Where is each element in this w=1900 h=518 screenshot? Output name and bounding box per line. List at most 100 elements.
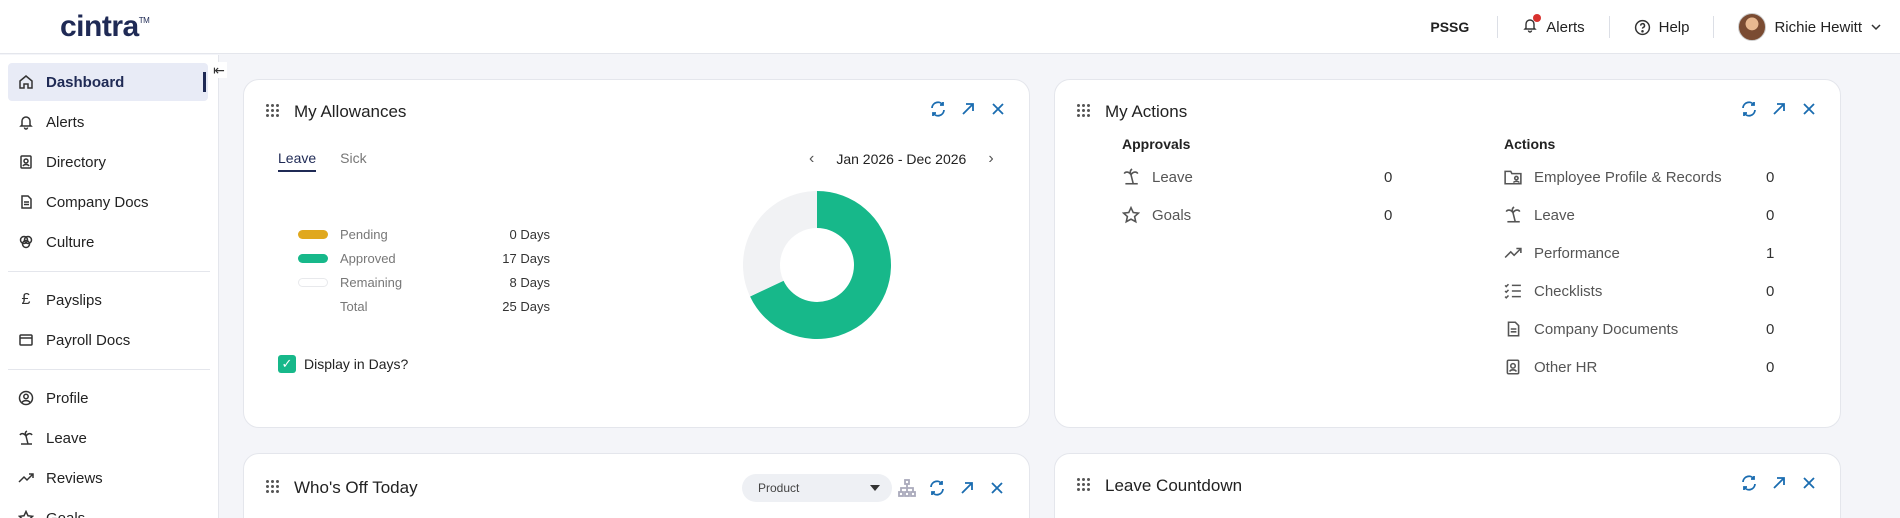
sidebar-item-culture[interactable]: Culture — [8, 223, 208, 261]
legend-label: Remaining — [340, 274, 403, 290]
refresh-icon[interactable] — [1740, 100, 1758, 118]
display-in-days-checkbox[interactable]: ✓ Display in Days? — [278, 355, 408, 373]
department-select[interactable]: Product — [742, 474, 892, 502]
drag-handle-icon[interactable] — [1077, 104, 1091, 118]
approval-row-goals[interactable]: Goals 0 — [1122, 203, 1402, 227]
alerts-label: Alerts — [1546, 18, 1585, 36]
expand-icon[interactable] — [1770, 474, 1788, 492]
expand-icon[interactable] — [959, 100, 977, 118]
expand-icon[interactable] — [958, 479, 976, 497]
profile-icon — [18, 390, 34, 406]
legend-value: 17 Days — [502, 250, 550, 266]
sidebar-item-label: Directory — [46, 153, 107, 171]
cintra-logo[interactable]: cintraTM — [60, 10, 150, 44]
sidebar-item-label: Reviews — [46, 469, 103, 487]
top-bar: cintraTM PSSG Alerts Help Richie Hewitt — [0, 0, 1900, 54]
legend-swatch — [298, 253, 328, 263]
drag-handle-icon[interactable] — [1077, 478, 1091, 492]
help-link[interactable]: Help — [1610, 19, 1714, 36]
legend-row-approved: Approved 17 Days — [298, 246, 550, 270]
sidebar-item-payslips[interactable]: £ Payslips — [8, 281, 208, 319]
legend-swatch-empty — [298, 302, 328, 311]
allowance-donut-chart — [743, 191, 891, 339]
action-row-checklists[interactable]: Checklists 0 — [1504, 279, 1784, 303]
action-count: 0 — [1766, 206, 1775, 224]
sidebar-divider — [8, 271, 210, 272]
trend-icon — [18, 473, 34, 483]
help-icon — [1634, 19, 1650, 35]
chevron-right-icon[interactable]: › — [988, 150, 993, 168]
legend-row-pending: Pending 0 Days — [298, 222, 550, 246]
org-chart-icon[interactable] — [898, 479, 916, 497]
legend-label: Total — [340, 298, 368, 314]
bell-icon — [1522, 14, 1542, 37]
star-icon — [1122, 206, 1140, 224]
close-icon[interactable] — [988, 479, 1006, 497]
drag-handle-icon[interactable] — [266, 104, 280, 118]
collapse-sidebar-icon[interactable]: ⇤ — [211, 62, 227, 78]
sidebar-item-label: Dashboard — [46, 73, 125, 91]
star-icon — [18, 510, 34, 518]
caret-down-icon — [870, 485, 880, 491]
user-menu[interactable]: Richie Hewitt — [1714, 13, 1900, 41]
action-label: Performance — [1534, 244, 1620, 262]
org-code[interactable]: PSSG — [1430, 19, 1469, 35]
approval-row-leave[interactable]: Leave 0 — [1122, 165, 1402, 189]
action-row-other-hr[interactable]: Other HR 0 — [1504, 355, 1784, 379]
sidebar-item-company-docs[interactable]: Company Docs — [8, 183, 208, 221]
legend-swatch — [298, 277, 328, 287]
chevron-left-icon[interactable]: ‹ — [809, 150, 814, 168]
sidebar-item-label: Culture — [46, 233, 95, 251]
legend-value: 25 Days — [502, 298, 550, 314]
action-row-employee-profile[interactable]: Employee Profile & Records 0 — [1504, 165, 1784, 189]
trend-icon — [1504, 247, 1522, 259]
card-title: Who's Off Today — [294, 478, 418, 497]
action-row-leave[interactable]: Leave 0 — [1504, 203, 1784, 227]
sidebar-item-reviews[interactable]: Reviews — [8, 459, 208, 497]
refresh-icon[interactable] — [929, 100, 947, 118]
user-name: Richie Hewitt — [1774, 18, 1862, 36]
logo-text: cintra — [60, 10, 139, 43]
refresh-icon[interactable] — [1740, 474, 1758, 492]
action-row-company-documents[interactable]: Company Documents 0 — [1504, 317, 1784, 341]
top-nav: PSSG Alerts Help Richie Hewitt — [1430, 0, 1900, 54]
donut-segment-remaining — [743, 191, 817, 297]
sidebar-item-leave[interactable]: Leave — [8, 419, 208, 457]
alerts-link[interactable]: Alerts — [1498, 14, 1608, 37]
sidebar-item-alerts[interactable]: Alerts — [8, 103, 208, 141]
close-icon[interactable] — [1800, 474, 1818, 492]
card-title: My Allowances — [294, 102, 407, 121]
legend-value: 0 Days — [509, 226, 550, 242]
legend-value: 8 Days — [509, 274, 550, 290]
checklist-icon — [1504, 283, 1521, 299]
contacts-icon — [1506, 359, 1520, 375]
refresh-icon[interactable] — [928, 479, 946, 497]
sidebar-item-directory[interactable]: Directory — [8, 143, 208, 181]
logo-trademark: TM — [138, 16, 150, 25]
sidebar-divider — [8, 369, 210, 370]
action-row-performance[interactable]: Performance 1 — [1504, 241, 1784, 265]
expand-icon[interactable] — [1770, 100, 1788, 118]
home-icon — [19, 75, 33, 89]
drag-handle-icon[interactable] — [266, 480, 280, 494]
folder-person-icon — [1504, 170, 1522, 185]
sidebar-item-payroll-docs[interactable]: Payroll Docs — [8, 321, 208, 359]
sidebar-item-label: Profile — [46, 389, 89, 407]
action-label: Leave — [1534, 206, 1575, 224]
action-label: Other HR — [1534, 358, 1598, 376]
approval-label: Goals — [1152, 206, 1192, 224]
palm-icon — [1505, 206, 1521, 223]
action-count: 0 — [1766, 168, 1775, 186]
tab-sick[interactable]: Sick — [340, 150, 366, 172]
sidebar-item-goals[interactable]: Goals — [8, 499, 208, 518]
sidebar-item-dashboard[interactable]: Dashboard — [8, 63, 208, 101]
close-icon[interactable] — [989, 100, 1007, 118]
sidebar-item-profile[interactable]: Profile — [8, 379, 208, 417]
close-icon[interactable] — [1800, 100, 1818, 118]
folder-icon — [19, 334, 33, 346]
actions-heading: Actions — [1504, 136, 1556, 152]
tab-leave[interactable]: Leave — [278, 150, 317, 172]
action-count: 1 — [1766, 244, 1775, 262]
legend-label: Approved — [340, 250, 396, 266]
card-title: Leave Countdown — [1105, 476, 1243, 495]
